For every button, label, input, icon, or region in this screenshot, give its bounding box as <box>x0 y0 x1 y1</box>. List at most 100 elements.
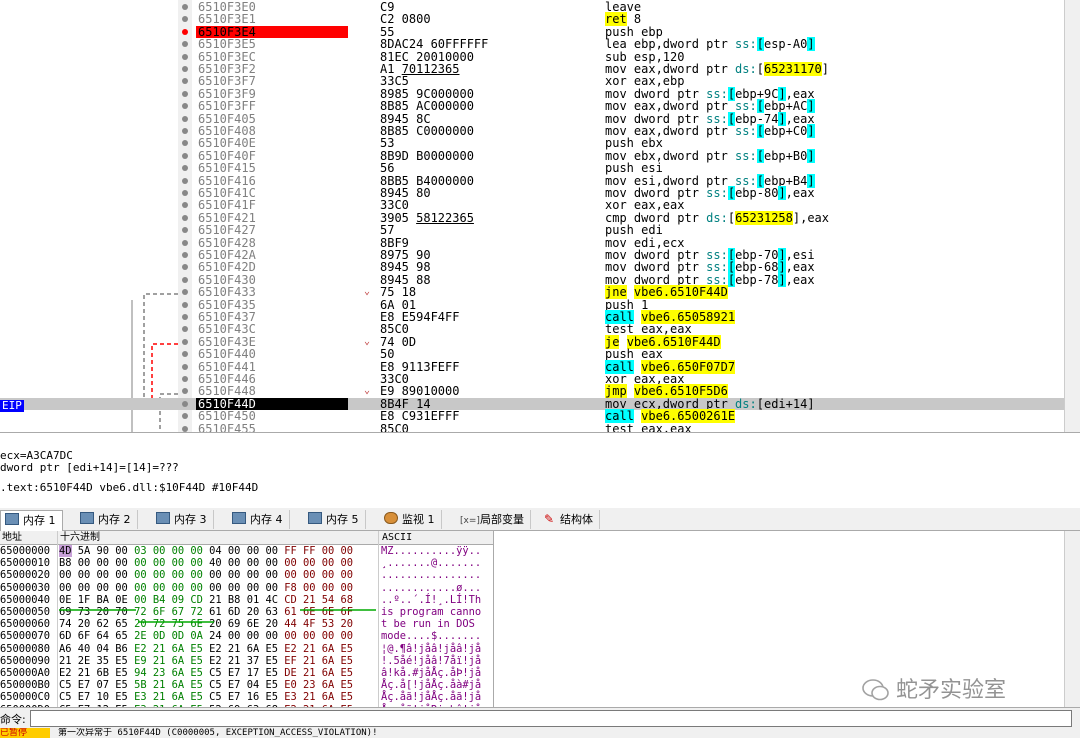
disasm-row[interactable]: 6510F41C 8945 80 mov dword ptr ss:[ebp-80]… <box>0 186 1080 200</box>
memory-ascii[interactable]: â!kå.#jåÅç.åÞ!jå <box>381 667 481 679</box>
breakpoint-slot[interactable] <box>182 326 188 333</box>
memory-hex-bytes[interactable]: C5 E7 07 E5 5B 21 6A E5 C5 E7 04 E5 E0 2… <box>59 679 353 691</box>
tab-2[interactable]: 内存 2 <box>76 510 138 529</box>
breakpoint-slot[interactable] <box>182 214 188 221</box>
memory-hex-bytes[interactable]: A6 40 04 B6 E2 21 6A E5 E2 21 6A E5 E2 2… <box>59 643 353 655</box>
memory-ascii[interactable]: mode....$....... <box>381 630 481 642</box>
breakpoint-slot[interactable] <box>182 177 188 184</box>
disasm-row[interactable]: 6510F427 57 push edi <box>0 224 1080 237</box>
breakpoint-slot[interactable] <box>182 16 188 23</box>
memory-scrollbar[interactable] <box>1064 531 1080 707</box>
breakpoint-slot[interactable] <box>182 314 188 320</box>
memory-ascii[interactable]: Åç.åã!jåÅç.åã!jå <box>381 691 481 703</box>
disasm-row[interactable]: 6510F40F 8B9D B0000000 mov ebx,dword ptr s… <box>0 148 1080 163</box>
disasm-row[interactable]: 6510F415 56 push esi <box>0 162 1080 175</box>
disasm-row[interactable]: 6510F3E5 8DAC24 60FFFFFF lea ebp,dword ptr… <box>0 37 1080 52</box>
memory-ascii[interactable]: !.5åé!jåâ!7åï!jå <box>381 655 481 667</box>
memory-hex-bytes[interactable]: B8 00 00 00 00 00 00 00 40 00 00 00 00 0… <box>59 557 353 569</box>
memory-hex-bytes[interactable]: 0E 1F BA 0E 00 B4 09 CD 21 B8 01 4C CD 2… <box>59 594 353 606</box>
memory-hex-bytes[interactable]: 4D 5A 90 00 03 00 00 00 04 00 00 00 FF F… <box>59 545 353 557</box>
disasm-row[interactable]: 6510F42A 8975 90 mov dword ptr ss:[ebp-70]… <box>0 248 1080 262</box>
disasm-row[interactable]: 6510F3E1 C2 0800 ret 8 <box>0 12 1080 27</box>
disasm-row[interactable]: 6510F455 85C0 test eax,eax <box>0 422 1080 432</box>
disasm-row[interactable]: 6510F416 8BB5 B4000000 mov esi,dword ptr s… <box>0 173 1080 188</box>
disasm-row[interactable]: 6510F3F9 8985 9C000000 mov dword ptr ss:[e… <box>0 86 1080 101</box>
tab-7[interactable]: [x=]局部变量 <box>456 510 531 529</box>
memory-hex-bytes[interactable]: E2 21 6B E5 94 23 6A E5 C5 E7 17 E5 DE 2… <box>59 667 353 679</box>
breakpoint-slot[interactable] <box>182 227 188 234</box>
memory-hex-bytes[interactable]: 00 00 00 00 00 00 00 00 00 00 00 00 00 0… <box>59 569 353 581</box>
disasm-row[interactable]: 6510F42D 8945 98 mov dword ptr ss:[ebp-68]… <box>0 260 1080 275</box>
breakpoint-slot[interactable] <box>182 363 188 370</box>
disasm-row[interactable]: 6510F3F2 A1 70112365 mov eax,dword ptr ds:… <box>0 62 1080 76</box>
memory-hex-bytes[interactable]: 21 2E 35 E5 E9 21 6A E5 E2 21 37 E5 EF 2… <box>59 655 353 667</box>
breakpoint-slot[interactable] <box>182 165 188 172</box>
breakpoint-slot[interactable] <box>182 90 188 97</box>
disasm-row[interactable]: 6510F405 8945 8C mov dword ptr ss:[ebp-74]… <box>0 111 1080 126</box>
memory-hex-bytes[interactable]: 6D 6F 64 65 2E 0D 0D 0A 24 00 00 00 00 0… <box>59 630 353 642</box>
memory-ascii[interactable]: t be run in DOS <box>381 618 481 630</box>
breakpoint-slot[interactable] <box>182 66 188 72</box>
disasm-row[interactable]: 6510F3EC 81EC 20010000 sub esp,120 <box>0 50 1080 63</box>
breakpoint-slot[interactable] <box>182 78 188 85</box>
disasm-row[interactable]: 6510F448 ⌄ E9 89010000 jmp vbe6.6510F5D6 <box>0 384 1080 399</box>
breakpoint-slot[interactable] <box>182 53 188 60</box>
disasm-row[interactable]: 6510F421 3905 58122365 cmp dword ptr ds:[6… <box>0 210 1080 225</box>
disasm-row[interactable]: 6510F40E 53 push ebx <box>0 137 1080 150</box>
breakpoint-slot[interactable] <box>182 4 188 10</box>
memory-hex-bytes[interactable]: 00 00 00 00 00 00 00 00 00 00 00 00 F8 0… <box>59 582 353 594</box>
disasm-row[interactable]: 6510F435 6A 01 push 1 <box>0 298 1080 311</box>
tab-6[interactable]: 监视 1 <box>380 510 442 529</box>
disasm-row[interactable]: 6510F430 8945 88 mov dword ptr ss:[ebp-78]… <box>0 272 1080 287</box>
breakpoint-slot[interactable] <box>182 152 188 159</box>
memory-hex-bytes[interactable]: 69 73 20 70 72 6F 67 72 61 6D 20 63 61 6… <box>59 606 353 618</box>
breakpoint-slot[interactable] <box>182 252 188 258</box>
breakpoint-marker[interactable] <box>182 28 188 35</box>
breakpoint-slot[interactable] <box>182 400 188 407</box>
breakpoint-slot[interactable] <box>182 289 188 296</box>
tab-1[interactable]: 内存 1 <box>0 510 63 531</box>
breakpoint-slot[interactable] <box>182 351 188 358</box>
breakpoint-slot[interactable] <box>182 202 188 209</box>
memory-ascii[interactable]: ¦@.¶â!jåâ!jåâ!jå <box>381 643 481 655</box>
breakpoint-slot[interactable] <box>182 140 188 147</box>
disassembly-view[interactable]: 6510F3E0 C9 leave 6510F3E1 C2 0800 ret 8 6510F… <box>0 0 1080 432</box>
memory-ascii[interactable]: ..º..´.Í!¸.LÍ!Th <box>381 594 481 606</box>
command-input[interactable] <box>30 710 1072 727</box>
breakpoint-slot[interactable] <box>182 413 188 420</box>
breakpoint-slot[interactable] <box>182 276 188 283</box>
breakpoint-slot[interactable] <box>182 338 188 345</box>
breakpoint-slot[interactable] <box>182 190 188 196</box>
disasm-row[interactable]: 6510F3E0 C9 leave <box>0 1 1080 13</box>
tab-5[interactable]: 内存 5 <box>304 510 366 529</box>
disasm-row[interactable]: 6510F41F 33C0 xor eax,eax <box>0 199 1080 212</box>
tab-3[interactable]: 内存 3 <box>152 510 214 529</box>
disasm-row[interactable]: 6510F44D 8B4F 14 mov ecx,dword ptr ds:[edi… <box>0 397 1080 410</box>
disasm-row[interactable]: 6510F433 ⌄ 75 18 jne vbe6.6510F44D <box>0 285 1080 300</box>
disasm-row[interactable]: 6510F43C 85C0 test eax,eax <box>0 323 1080 336</box>
breakpoint-slot[interactable] <box>182 41 188 48</box>
disasm-row[interactable]: 6510F3F7 33C5 xor eax,ebp <box>0 75 1080 88</box>
breakpoint-slot[interactable] <box>182 115 188 122</box>
disasm-row[interactable]: 6510F43E ⌄ 74 0D je vbe6.6510F44D <box>0 334 1080 349</box>
breakpoint-slot[interactable] <box>182 128 188 134</box>
breakpoint-slot[interactable] <box>182 376 188 382</box>
breakpoint-slot[interactable] <box>182 301 188 308</box>
disasm-row[interactable]: 6510F450 E8 C931EFFF call vbe6.6500261E <box>0 409 1080 424</box>
breakpoint-slot[interactable] <box>182 239 188 246</box>
disasm-row[interactable]: 6510F408 8B85 C0000000 mov eax,dword ptr s… <box>0 124 1080 138</box>
disasm-row[interactable]: 6510F441 E8 9113FEFF call vbe6.650F07D7 <box>0 359 1080 374</box>
memory-ascii[interactable]: is program canno <box>381 606 481 618</box>
disasm-row[interactable]: 6510F440 50 push eax <box>0 348 1080 361</box>
memory-ascii[interactable]: ............ø... <box>381 582 481 594</box>
disasm-row[interactable]: 6510F3E4 55 push ebp <box>0 25 1080 38</box>
breakpoint-slot[interactable] <box>182 425 188 432</box>
memory-ascii[interactable]: ................ <box>381 569 481 581</box>
disasm-row[interactable]: 6510F437 E8 E594F4FF call vbe6.65058921 <box>0 310 1080 324</box>
memory-ascii[interactable]: Åç.å[!jåÅç.åà#jå <box>381 679 481 691</box>
memory-ascii[interactable]: ¸.......@....... <box>381 557 481 569</box>
breakpoint-slot[interactable] <box>182 103 188 110</box>
disasm-row[interactable]: 6510F446 33C0 xor eax,eax <box>0 373 1080 385</box>
tab-4[interactable]: 内存 4 <box>228 510 290 529</box>
disassembly-scrollbar[interactable] <box>1064 0 1080 432</box>
